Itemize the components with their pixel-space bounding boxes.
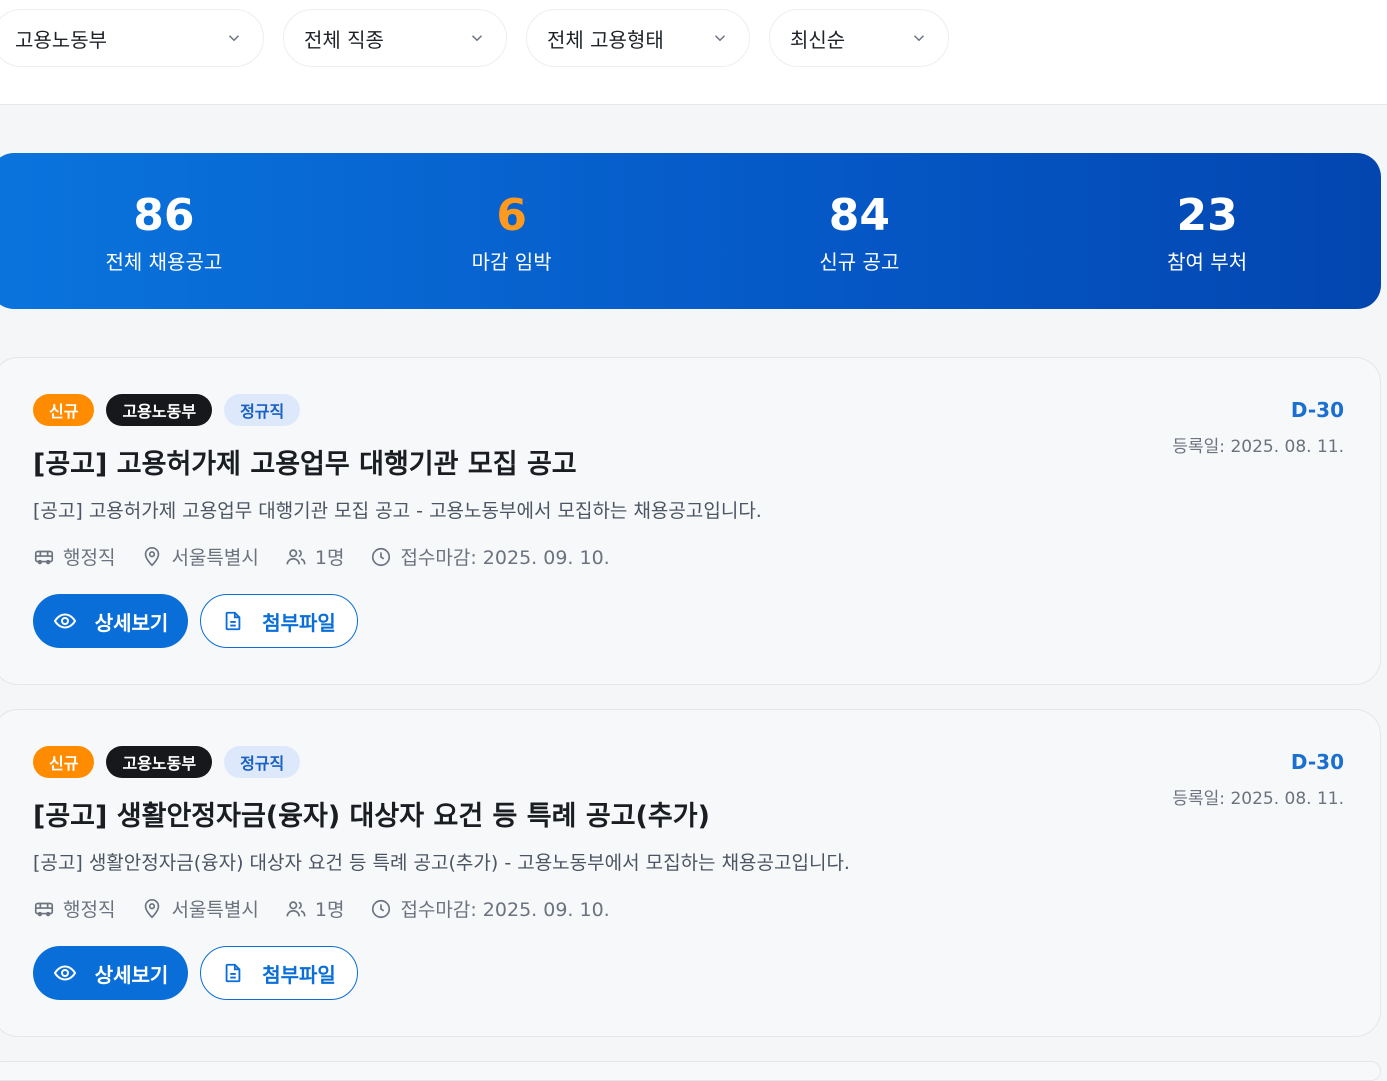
employment-type-select-value: 전체 고용형태	[547, 27, 664, 52]
stat-label: 전체 채용공고	[105, 249, 223, 274]
job-title: [공고] 생활안정자금(융자) 대상자 요건 등 특례 공고(추가)	[33, 801, 710, 832]
job-card: 신규 고용노동부 정규직 D-30 등록일: 2025. 08. 11. [공고…	[0, 709, 1381, 1037]
bus-icon	[34, 550, 54, 564]
employment-type-badge: 정규직	[224, 746, 301, 778]
view-detail-label: 상세보기	[94, 610, 169, 635]
department-select-value: 고용노동부	[15, 27, 107, 52]
stat-label: 신규 공고	[819, 249, 900, 274]
stat-label: 마감 임박	[471, 249, 552, 274]
job-description: [공고] 고용허가제 고용업무 대행기관 모집 공고 - 고용노동부에서 모집하…	[33, 500, 762, 522]
new-badge: 신규	[33, 746, 95, 778]
job-deadline: 접수마감: 2025. 09. 10.	[370, 543, 610, 570]
attachment-button[interactable]: 첨부파일	[200, 594, 358, 648]
job-headcount: 1명	[285, 543, 345, 570]
attachment-label: 첨부파일	[262, 610, 336, 635]
department-select[interactable]: 고용노동부	[0, 9, 264, 67]
job-meta: 행정직 서울특별시 1명 접수마감: 2025. 09. 10.	[33, 895, 636, 922]
job-card: 신규 고용노동부 정규직 D-30 등록일: 2025. 08. 11. [공고…	[0, 357, 1381, 685]
filter-bar: 고용노동부 전체 직종 전체 고용형태 최신순	[0, 0, 1387, 105]
file-icon	[225, 963, 241, 983]
job-deadline-text: 접수마감: 2025. 09. 10.	[400, 899, 610, 921]
stat-closing-soon: 6 마감 임박	[338, 153, 686, 309]
job-headcount: 1명	[285, 895, 345, 922]
job-title: [공고] 고용허가제 고용업무 대행기관 모집 공고	[33, 449, 577, 480]
job-category-text: 행정직	[63, 547, 116, 569]
eye-icon	[53, 965, 76, 981]
bus-icon	[34, 902, 54, 916]
department-badge: 고용노동부	[106, 746, 213, 778]
employment-type-select[interactable]: 전체 고용형태	[526, 9, 750, 67]
stats-banner: 86 전체 채용공고 6 마감 임박 84 신규 공고 23 참여 부처	[0, 153, 1381, 309]
dday-label: D-30	[1290, 398, 1344, 422]
job-deadline-text: 접수마감: 2025. 09. 10.	[400, 547, 610, 569]
view-detail-button[interactable]: 상세보기	[33, 946, 188, 1000]
card-actions: 상세보기 첨부파일	[33, 594, 358, 648]
stat-label: 참여 부처	[1167, 249, 1248, 274]
attachment-button[interactable]: 첨부파일	[200, 946, 358, 1000]
dday-label: D-30	[1290, 750, 1344, 774]
chevron-down-icon	[714, 35, 726, 42]
users-icon	[286, 900, 306, 916]
sort-select[interactable]: 최신순	[769, 9, 949, 67]
job-location-text: 서울특별시	[171, 547, 259, 569]
stat-value: 23	[1176, 189, 1238, 241]
sort-select-value: 최신순	[790, 27, 846, 52]
clock-icon	[372, 547, 391, 566]
map-pin-icon	[145, 898, 160, 918]
job-category-text: 행정직	[63, 899, 116, 921]
job-category: 행정직	[33, 543, 115, 570]
attachment-label: 첨부파일	[262, 962, 336, 987]
view-detail-button[interactable]: 상세보기	[33, 594, 188, 648]
chevron-down-icon	[471, 35, 483, 42]
job-description: [공고] 생활안정자금(융자) 대상자 요건 등 특례 공고(추가) - 고용노…	[33, 852, 850, 874]
stat-total-jobs: 86 전체 채용공고	[0, 153, 338, 309]
view-detail-label: 상세보기	[94, 962, 169, 987]
users-icon	[286, 548, 306, 564]
stat-value: 6	[496, 189, 527, 241]
job-category-select-value: 전체 직종	[304, 27, 384, 52]
job-headcount-text: 1명	[314, 547, 345, 569]
job-location: 서울특별시	[141, 543, 259, 570]
map-pin-icon	[145, 546, 160, 566]
stat-value: 84	[828, 189, 890, 241]
badge-group: 신규 고용노동부 정규직	[33, 746, 301, 778]
employment-type-badge: 정규직	[224, 394, 301, 426]
badge-group: 신규 고용노동부 정규직	[33, 394, 301, 426]
job-meta: 행정직 서울특별시 1명 접수마감: 2025. 09. 10.	[33, 543, 636, 570]
chevron-down-icon	[913, 35, 925, 42]
job-deadline: 접수마감: 2025. 09. 10.	[370, 895, 610, 922]
department-badge: 고용노동부	[106, 394, 213, 426]
stat-new-jobs: 84 신규 공고	[686, 153, 1034, 309]
stat-departments: 23 참여 부처	[1033, 153, 1381, 309]
job-category: 행정직	[33, 895, 115, 922]
job-location-text: 서울특별시	[171, 899, 259, 921]
file-icon	[225, 611, 241, 631]
card-actions: 상세보기 첨부파일	[33, 946, 358, 1000]
job-location: 서울특별시	[141, 895, 259, 922]
registration-date: 등록일: 2025. 08. 11.	[1172, 789, 1344, 809]
clock-icon	[372, 899, 391, 918]
new-badge: 신규	[33, 394, 95, 426]
job-card	[0, 1061, 1381, 1081]
eye-icon	[53, 613, 76, 629]
job-category-select[interactable]: 전체 직종	[283, 9, 507, 67]
job-headcount-text: 1명	[314, 899, 345, 921]
chevron-down-icon	[228, 35, 240, 42]
stat-value: 86	[133, 189, 195, 241]
registration-date: 등록일: 2025. 08. 11.	[1172, 437, 1344, 457]
